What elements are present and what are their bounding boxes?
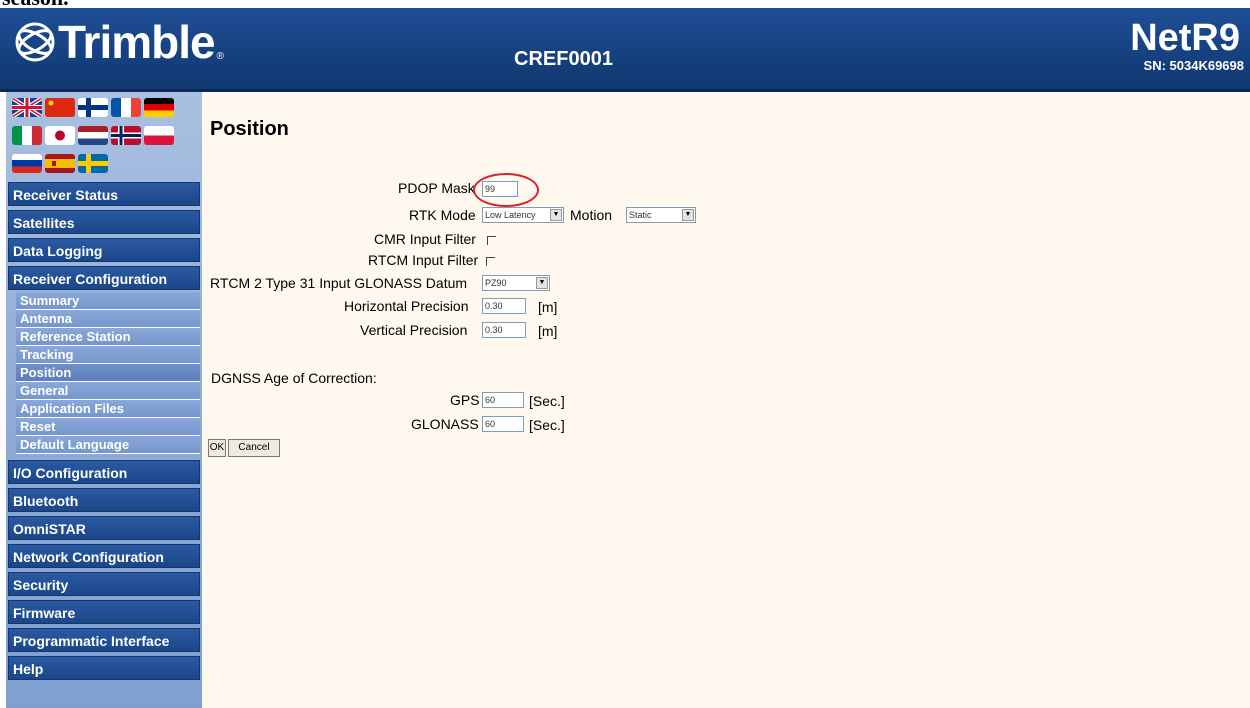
trimble-globe-icon xyxy=(15,22,55,62)
subnav-position[interactable]: Position xyxy=(16,364,200,382)
rtcm2-datum-selected-value: PZ90 xyxy=(485,278,507,288)
pdop-mask-input[interactable]: 99 xyxy=(482,181,518,197)
flag-poland-icon[interactable] xyxy=(144,126,174,145)
nav-bluetooth[interactable]: Bluetooth xyxy=(8,488,200,512)
rtk-mode-selected-value: Low Latency xyxy=(485,210,536,220)
rtk-mode-select[interactable]: Low Latency ▼ xyxy=(482,207,564,223)
flag-norway-icon[interactable] xyxy=(111,126,141,145)
ok-button[interactable]: OK xyxy=(208,439,226,457)
flag-china-icon[interactable] xyxy=(45,98,75,117)
flag-japan-icon[interactable] xyxy=(45,126,75,145)
rtcm-input-filter-label: RTCM Input Filter xyxy=(368,252,479,268)
rtcm2-datum-select[interactable]: PZ90 ▼ xyxy=(482,275,550,291)
flag-netherlands-icon[interactable] xyxy=(78,126,108,145)
nav-firmware[interactable]: Firmware xyxy=(8,600,200,624)
header-banner: Trimble ® CREF0001 NetR9 SN: 5034K69698 xyxy=(0,8,1250,92)
nav-network-configuration[interactable]: Network Configuration xyxy=(8,544,200,568)
subnav-application-files[interactable]: Application Files xyxy=(16,400,200,418)
pdop-mask-label: PDOP Mask xyxy=(398,180,475,196)
motion-selected-value: Static xyxy=(629,210,652,220)
subnav-tracking[interactable]: Tracking xyxy=(16,346,200,364)
glonass-age-input[interactable]: 60 xyxy=(482,416,524,432)
nav-help[interactable]: Help xyxy=(8,656,200,680)
rtcm-input-filter-checkbox[interactable] xyxy=(486,257,495,266)
sidebar-nav: Receiver Status Satellites Data Logging … xyxy=(6,182,202,684)
chevron-down-icon: ▼ xyxy=(682,209,694,221)
glonass-label: GLONASS xyxy=(411,416,479,432)
nav-data-logging[interactable]: Data Logging xyxy=(8,238,200,262)
main-content: Position PDOP Mask 99 RTK Mode Low Laten… xyxy=(202,92,1250,708)
flag-spain-icon[interactable] xyxy=(45,154,75,173)
horizontal-precision-label: Horizontal Precision xyxy=(344,298,469,314)
vertical-precision-unit: [m] xyxy=(538,323,558,339)
flag-finland-icon[interactable] xyxy=(78,98,108,117)
gps-label: GPS xyxy=(450,392,480,408)
trimble-logo: Trimble ® xyxy=(14,14,224,70)
vertical-precision-label: Vertical Precision xyxy=(360,322,468,338)
rtk-mode-label: RTK Mode xyxy=(409,207,476,223)
dgnss-heading: DGNSS Age of Correction: xyxy=(211,370,377,386)
nav-satellites[interactable]: Satellites xyxy=(8,210,200,234)
subnav-antenna[interactable]: Antenna xyxy=(16,310,200,328)
flag-italy-icon[interactable] xyxy=(12,126,42,145)
flag-sweden-icon[interactable] xyxy=(78,154,108,173)
subnav-summary[interactable]: Summary xyxy=(16,292,200,310)
vertical-precision-input[interactable]: 0.30 xyxy=(482,322,526,338)
nav-receiver-configuration[interactable]: Receiver Configuration xyxy=(8,266,200,290)
nav-programmatic-interface[interactable]: Programmatic Interface xyxy=(8,628,200,652)
logo-text: Trimble xyxy=(58,16,216,68)
flag-germany-icon[interactable] xyxy=(144,98,174,117)
subnav-reference-station[interactable]: Reference Station xyxy=(16,328,200,346)
nav-io-configuration[interactable]: I/O Configuration xyxy=(8,460,200,484)
horizontal-precision-input[interactable]: 0.30 xyxy=(482,298,526,314)
cmr-input-filter-label: CMR Input Filter xyxy=(374,231,476,247)
cmr-input-filter-checkbox[interactable] xyxy=(487,236,496,245)
nav-receiver-status[interactable]: Receiver Status xyxy=(8,182,200,206)
flag-russia-icon[interactable] xyxy=(12,154,42,173)
flag-uk-icon[interactable] xyxy=(12,98,42,117)
chevron-down-icon: ▼ xyxy=(550,209,562,221)
language-flags xyxy=(12,98,174,174)
motion-select[interactable]: Static ▼ xyxy=(626,207,696,223)
logo-registered-mark: ® xyxy=(216,51,224,62)
subnav-general[interactable]: General xyxy=(16,382,200,400)
subnav-reset[interactable]: Reset xyxy=(16,418,200,436)
gps-age-unit: [Sec.] xyxy=(529,393,565,409)
device-name: CREF0001 xyxy=(514,48,613,70)
nav-omnistar[interactable]: OmniSTAR xyxy=(8,516,200,540)
flag-france-icon[interactable] xyxy=(111,98,141,117)
receiver-configuration-submenu: Summary Antenna Reference Station Tracki… xyxy=(16,292,200,454)
page-title: Position xyxy=(210,118,289,140)
motion-label: Motion xyxy=(570,207,613,223)
product-name: NetR9 xyxy=(1130,17,1240,59)
chevron-down-icon: ▼ xyxy=(536,277,548,289)
serial-number: SN: 5034K69698 xyxy=(1143,58,1244,73)
rtcm2-datum-label: RTCM 2 Type 31 Input GLONASS Datum xyxy=(210,275,468,291)
cancel-button[interactable]: Cancel xyxy=(228,439,280,457)
glonass-age-unit: [Sec.] xyxy=(529,417,565,433)
sidebar: Receiver Status Satellites Data Logging … xyxy=(6,92,202,708)
nav-security[interactable]: Security xyxy=(8,572,200,596)
horizontal-precision-unit: [m] xyxy=(538,299,558,315)
subnav-default-language[interactable]: Default Language xyxy=(16,436,200,454)
gps-age-input[interactable]: 60 xyxy=(482,392,524,408)
